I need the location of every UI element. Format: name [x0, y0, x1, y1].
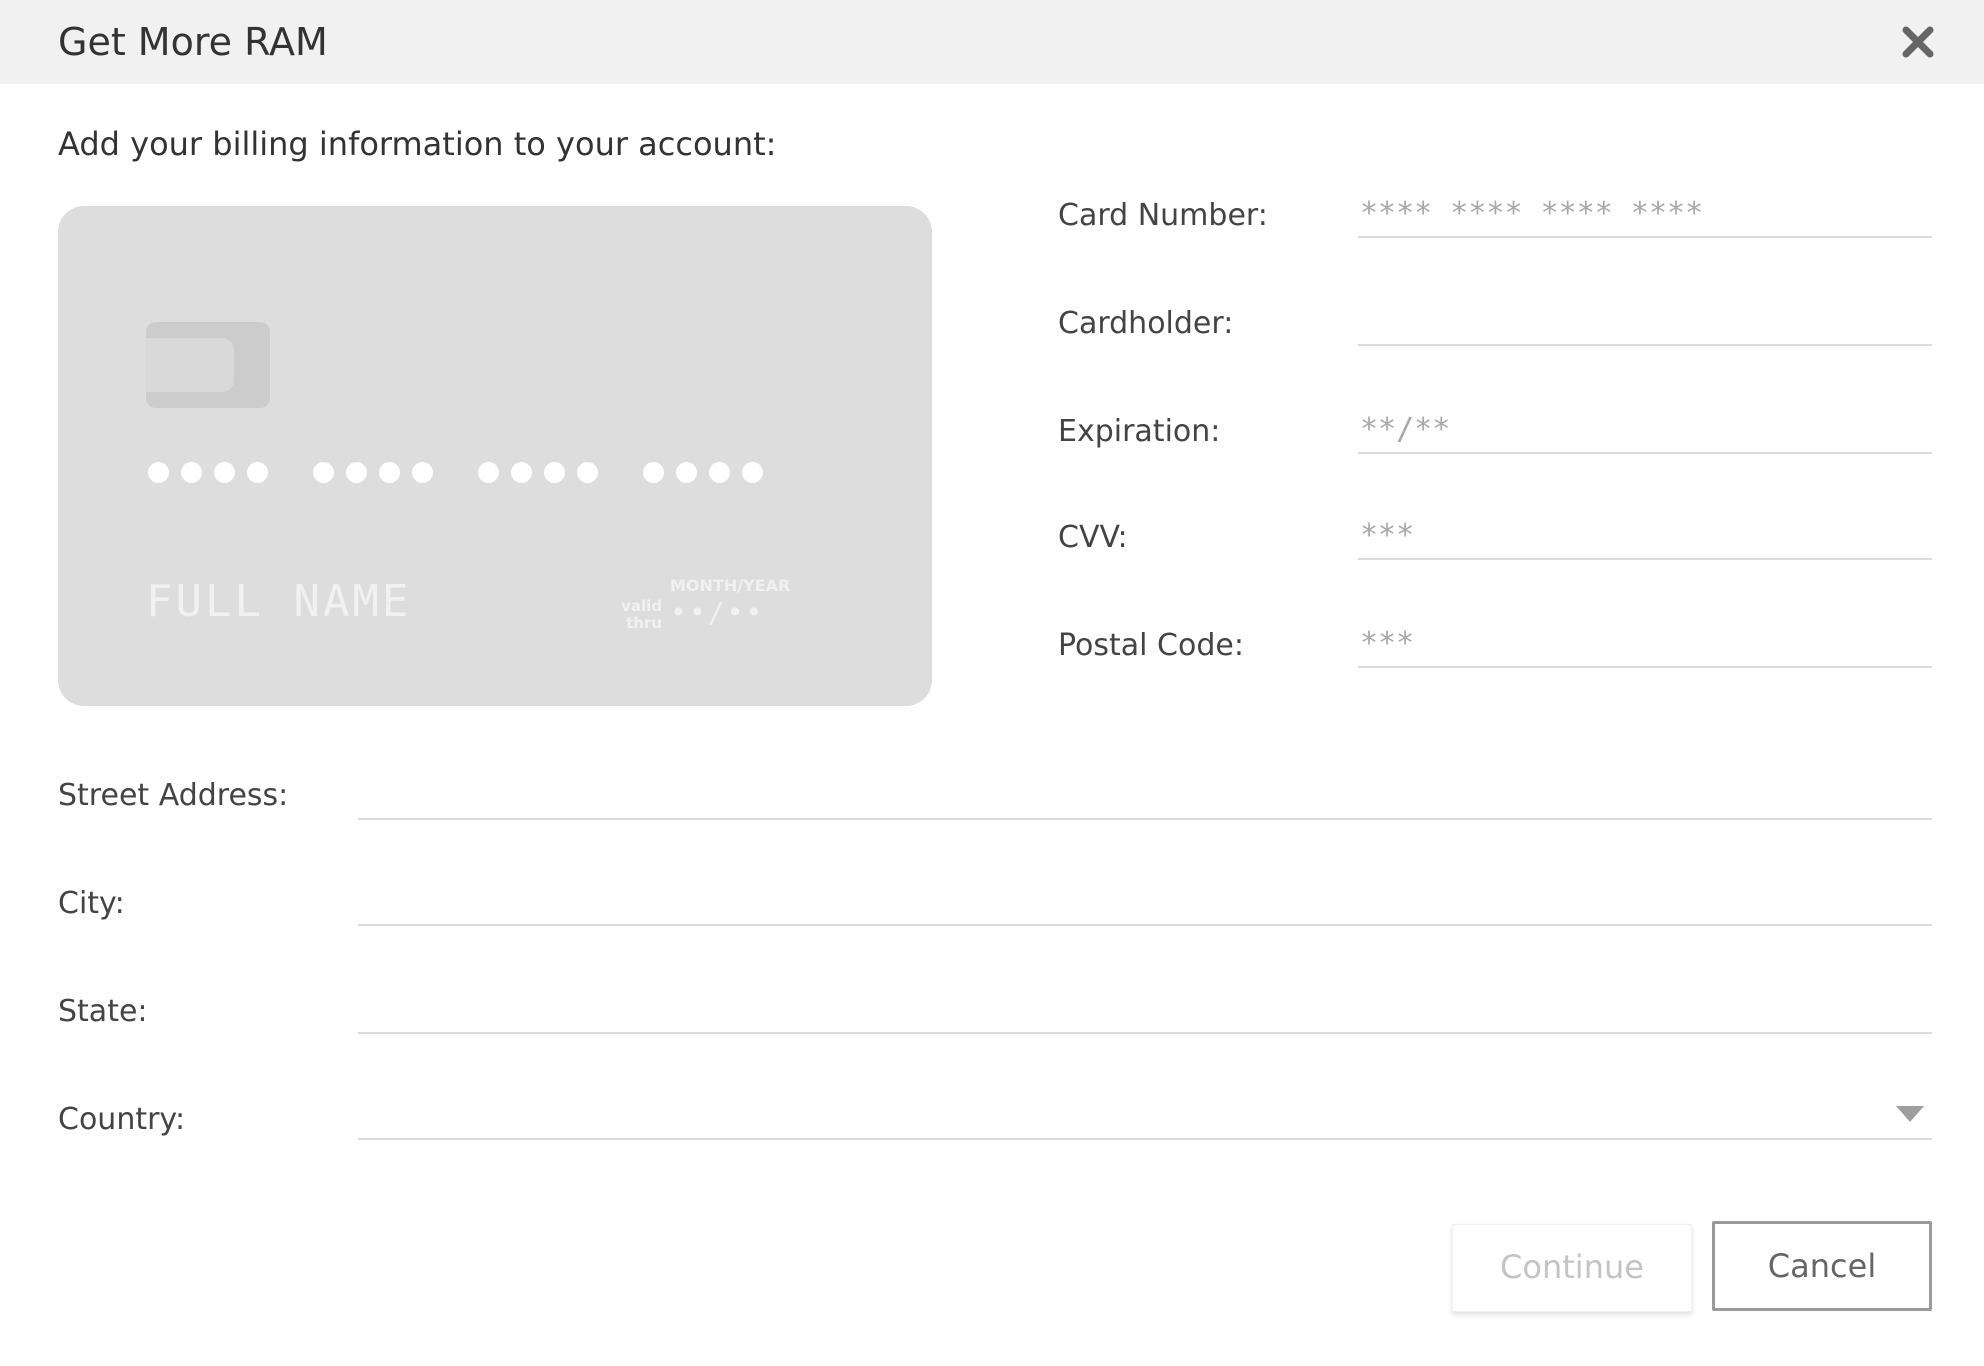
card-valid-line1: valid — [621, 597, 662, 615]
card-dot — [313, 462, 334, 483]
card-expiry-preview: ••/•• — [670, 596, 765, 629]
postal-code-label: Postal Code: — [1058, 628, 1244, 663]
dialog-header: Get More RAM — [0, 0, 1984, 84]
card-dot — [478, 462, 499, 483]
dialog-title: Get More RAM — [58, 20, 328, 64]
card-dot — [247, 462, 268, 483]
cardholder-label: Cardholder: — [1058, 306, 1234, 341]
card-dot — [214, 462, 235, 483]
card-expiry-label: MONTH/YEAR — [670, 576, 791, 595]
card-dot — [709, 462, 730, 483]
cvv-label: CVV: — [1058, 520, 1128, 555]
card-dot — [511, 462, 532, 483]
state-label: State: — [58, 994, 148, 1029]
card-name-preview: FULL NAME — [146, 576, 412, 627]
card-dot — [676, 462, 697, 483]
state-input[interactable] — [358, 986, 1932, 1034]
postal-code-input[interactable] — [1358, 620, 1932, 668]
card-number-label: Card Number: — [1058, 198, 1268, 233]
country-label: Country: — [58, 1102, 186, 1137]
card-valid-thru: valid thru — [610, 598, 662, 632]
intro-text: Add your billing information to your acc… — [58, 125, 777, 163]
cardholder-input[interactable] — [1358, 298, 1932, 346]
cancel-button[interactable]: Cancel — [1712, 1221, 1932, 1311]
city-label: City: — [58, 886, 125, 921]
expiration-input[interactable] — [1358, 406, 1932, 454]
card-dot — [148, 462, 169, 483]
continue-button[interactable]: Continue — [1452, 1224, 1692, 1312]
close-icon — [1902, 26, 1934, 58]
card-chip-inner — [146, 338, 234, 392]
card-dot — [643, 462, 664, 483]
street-address-label: Street Address: — [58, 778, 289, 813]
card-dot — [412, 462, 433, 483]
card-valid-line2: thru — [626, 614, 662, 632]
close-button[interactable] — [1896, 20, 1940, 64]
city-input[interactable] — [358, 878, 1932, 926]
cvv-input[interactable] — [1358, 512, 1932, 560]
expiration-label: Expiration: — [1058, 414, 1221, 449]
card-dot — [379, 462, 400, 483]
card-dot — [346, 462, 367, 483]
billing-dialog: Get More RAM Add your billing informatio… — [0, 0, 1984, 1366]
street-address-input[interactable] — [358, 772, 1932, 820]
card-dot — [577, 462, 598, 483]
card-preview: FULL NAME valid thru MONTH/YEAR ••/•• — [58, 206, 932, 706]
card-chip — [146, 322, 270, 408]
card-dot — [544, 462, 565, 483]
card-dot — [742, 462, 763, 483]
card-dot — [181, 462, 202, 483]
chevron-down-icon — [1896, 1106, 1924, 1122]
card-number-input[interactable] — [1358, 190, 1932, 238]
country-select[interactable] — [358, 1092, 1932, 1140]
